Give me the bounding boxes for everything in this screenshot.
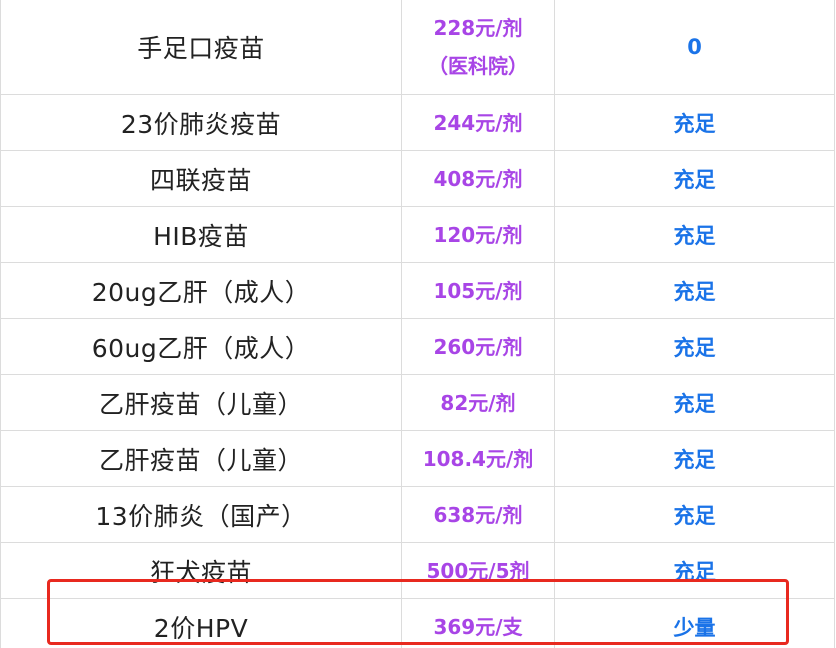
stock-status: 充足 [673,447,716,472]
vaccine-name: 23价肺炎疫苗 [120,109,282,139]
price: 260元/剂 [433,334,523,359]
vaccine-name: 20ug乙肝（成人） [91,277,311,307]
price-cell: 120元/剂 [401,206,555,263]
table-row: 23价肺炎疫苗 244元/剂 充足 [0,94,835,151]
price: 638元/剂 [433,502,523,527]
stock-cell: 充足 [554,150,835,207]
price: 105元/剂 [433,278,523,303]
stock-status: 充足 [673,559,716,584]
price-cell: 228元/剂 （医科院） [401,0,555,95]
vaccine-name: 狂犬疫苗 [149,557,252,587]
vaccine-table: 手足口疫苗 228元/剂 （医科院） 0 23价肺炎疫苗 244元/剂 充足 四… [0,0,835,648]
price-cell: 500元/5剂 [401,542,555,599]
price-cell: 408元/剂 [401,150,555,207]
stock-cell: 充足 [554,262,835,319]
stock-cell: 充足 [554,430,835,487]
table-row: 13价肺炎（国产） 638元/剂 充足 [0,486,835,543]
vaccine-name: 13价肺炎（国产） [95,501,307,531]
vaccine-name-cell: 20ug乙肝（成人） [0,262,402,319]
price: 108.4元/剂 [422,446,534,471]
price: 408元/剂 [433,166,523,191]
table-row: 20ug乙肝（成人） 105元/剂 充足 [0,262,835,319]
stock-status: 充足 [673,111,716,136]
stock-cell: 充足 [554,542,835,599]
vaccine-name-cell: 手足口疫苗 [0,0,402,95]
price: 244元/剂 [433,110,523,135]
price-note: （医科院） [428,54,528,78]
vaccine-name: 手足口疫苗 [137,34,265,63]
table-row: HIB疫苗 120元/剂 充足 [0,206,835,263]
table-row: 狂犬疫苗 500元/5剂 充足 [0,542,835,599]
stock-status: 充足 [673,503,716,528]
vaccine-name: HIB疫苗 [153,221,249,251]
stock-cell: 充足 [554,374,835,431]
table-row: 60ug乙肝（成人） 260元/剂 充足 [0,318,835,375]
price-cell: 369元/支 [401,598,555,648]
stock-status: 0 [687,35,702,59]
vaccine-name-cell: 乙肝疫苗（儿童） [0,374,402,431]
vaccine-name-cell: 23价肺炎疫苗 [0,94,402,151]
vaccine-name: 四联疫苗 [149,165,252,195]
vaccine-name-cell: 狂犬疫苗 [0,542,402,599]
vaccine-name: 乙肝疫苗（儿童） [98,389,303,419]
stock-status: 充足 [673,279,716,304]
price: 120元/剂 [433,222,523,247]
price: 82元/剂 [440,390,516,415]
price-cell: 105元/剂 [401,262,555,319]
price-cell: 244元/剂 [401,94,555,151]
price: 228元/剂 [433,16,523,40]
stock-cell: 充足 [554,206,835,263]
vaccine-name-cell: HIB疫苗 [0,206,402,263]
stock-status: 充足 [673,391,716,416]
price-cell: 82元/剂 [401,374,555,431]
price: 500元/5剂 [426,558,530,583]
stock-status: 充足 [673,167,716,192]
vaccine-name-cell: 2价HPV [0,598,402,648]
stock-status: 少量 [673,616,716,640]
vaccine-page: 手足口疫苗 228元/剂 （医科院） 0 23价肺炎疫苗 244元/剂 充足 四… [0,0,836,648]
table-row: 四联疫苗 408元/剂 充足 [0,150,835,207]
stock-status: 充足 [673,335,716,360]
price-cell: 108.4元/剂 [401,430,555,487]
price: 369元/支 [433,615,523,639]
stock-cell: 充足 [554,318,835,375]
table-row: 乙肝疫苗（儿童） 108.4元/剂 充足 [0,430,835,487]
stock-cell: 充足 [554,486,835,543]
vaccine-name: 2价HPV [153,614,249,643]
table-row: 乙肝疫苗（儿童） 82元/剂 充足 [0,374,835,431]
table-row-highlighted: 2价HPV 369元/支 少量 [0,598,835,648]
vaccine-name-cell: 四联疫苗 [0,150,402,207]
stock-cell: 少量 [554,598,835,648]
stock-status: 充足 [673,223,716,248]
vaccine-name: 60ug乙肝（成人） [91,333,311,363]
vaccine-name: 乙肝疫苗（儿童） [98,445,303,475]
vaccine-name-cell: 乙肝疫苗（儿童） [0,430,402,487]
table-row: 手足口疫苗 228元/剂 （医科院） 0 [0,0,835,95]
vaccine-name-cell: 13价肺炎（国产） [0,486,402,543]
stock-cell: 0 [554,0,835,95]
stock-cell: 充足 [554,94,835,151]
price-cell: 638元/剂 [401,486,555,543]
vaccine-name-cell: 60ug乙肝（成人） [0,318,402,375]
price-cell: 260元/剂 [401,318,555,375]
